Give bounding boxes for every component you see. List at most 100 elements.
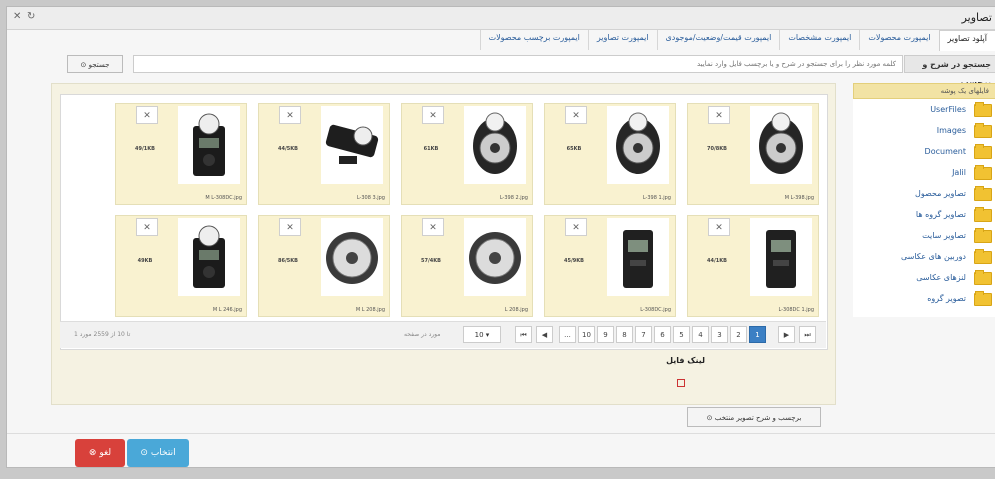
sidebar-folder-5[interactable]: تصاویر گروه ها bbox=[853, 204, 995, 225]
page-button[interactable]: 2 bbox=[730, 326, 747, 343]
search-button[interactable]: ⊙ جستجو bbox=[67, 55, 123, 73]
file-card[interactable]: M L-308DC.jpg ✕ 49/1KB bbox=[115, 103, 247, 205]
folder-label: Images bbox=[936, 126, 966, 135]
file-thumbnail[interactable] bbox=[321, 218, 383, 296]
file-card[interactable]: L-308DC 1.jpg ✕ 44/1KB bbox=[687, 215, 819, 317]
tab-4[interactable]: ایمپورت تصاویر bbox=[587, 30, 657, 50]
file-name: M L 208.jpg bbox=[355, 307, 385, 313]
tab-5[interactable]: ایمپورت برچسب محصولات bbox=[479, 30, 588, 50]
first-page-button[interactable]: ⏮ bbox=[515, 326, 532, 343]
file-thumbnail[interactable] bbox=[607, 106, 669, 184]
file-thumbnail[interactable] bbox=[178, 218, 240, 296]
tags-button[interactable]: ⊙ برچسب و شرح تصویر منتخب bbox=[687, 407, 821, 427]
delete-icon[interactable]: ✕ bbox=[565, 218, 587, 236]
folder-icon bbox=[974, 102, 992, 117]
page-button[interactable]: 1 bbox=[749, 326, 766, 343]
delete-icon[interactable]: ✕ bbox=[279, 218, 301, 236]
sidebar-folder-0[interactable]: UserFiles bbox=[853, 99, 995, 120]
delete-icon[interactable]: ✕ bbox=[565, 106, 587, 124]
file-card[interactable]: L-398 2.jpg ✕ 61KB bbox=[401, 103, 533, 205]
file-size: 86/5KB bbox=[278, 258, 298, 264]
file-card[interactable]: L 208.jpg ✕ 57/4KB bbox=[401, 215, 533, 317]
file-thumbnail[interactable] bbox=[607, 218, 669, 296]
file-grid: M L-398.jpg ✕ 70/8KB L-398 1.jpg ✕ 65KB L-398 … bbox=[60, 94, 828, 350]
page-button[interactable]: 7 bbox=[635, 326, 652, 343]
folder-label: Jalil bbox=[952, 168, 966, 177]
page-button[interactable]: 8 bbox=[616, 326, 633, 343]
folder-sidebar: فایلهای یک پوشه UserFiles Images Document J… bbox=[853, 83, 995, 317]
folder-label: تصویر گروه bbox=[927, 294, 966, 303]
file-size: 57/4KB bbox=[421, 258, 441, 264]
file-card[interactable]: L-308DC.jpg ✕ 45/9KB bbox=[544, 215, 676, 317]
sidebar-folder-7[interactable]: دوربین های عکاسی bbox=[853, 246, 995, 267]
tab-3[interactable]: ایمپورت قیمت/وضعیت/موجودی bbox=[656, 30, 780, 50]
next-page-button[interactable]: ▶ bbox=[778, 326, 795, 343]
file-card[interactable]: L-398 1.jpg ✕ 65KB bbox=[544, 103, 676, 205]
per-page-label: مورد در صفحه bbox=[404, 331, 441, 338]
file-card[interactable]: M L 208.jpg ✕ 86/5KB bbox=[258, 215, 390, 317]
delete-icon[interactable]: ✕ bbox=[422, 106, 444, 124]
per-page-select[interactable]: 10 ▾ bbox=[463, 326, 501, 343]
prev-page-button[interactable]: ◀ bbox=[536, 326, 553, 343]
file-size: 44/1KB bbox=[707, 258, 727, 264]
file-thumbnail[interactable] bbox=[321, 106, 383, 184]
file-thumbnail[interactable] bbox=[750, 218, 812, 296]
file-thumbnail[interactable] bbox=[750, 106, 812, 184]
folder-icon bbox=[974, 144, 992, 159]
camera-image bbox=[178, 106, 240, 184]
file-thumbnail[interactable] bbox=[178, 106, 240, 184]
page-button[interactable]: 4 bbox=[692, 326, 709, 343]
folder-icon bbox=[974, 165, 992, 180]
camera-image bbox=[750, 218, 812, 296]
delete-icon[interactable]: ✕ bbox=[136, 106, 158, 124]
delete-icon[interactable]: ✕ bbox=[708, 218, 730, 236]
page-button[interactable]: ... bbox=[559, 326, 576, 343]
sidebar-header: فایلهای یک پوشه bbox=[853, 83, 995, 99]
file-thumbnail[interactable] bbox=[464, 218, 526, 296]
file-link-label: لینک فایل bbox=[666, 356, 705, 365]
camera-image bbox=[321, 106, 383, 184]
last-page-button[interactable]: ⏭ bbox=[799, 326, 816, 343]
sidebar-folder-9[interactable]: تصویر گروه bbox=[853, 288, 995, 309]
sidebar-folder-6[interactable]: تصاویر سایت bbox=[853, 225, 995, 246]
select-button[interactable]: ⊙ انتخاب bbox=[127, 439, 189, 467]
tab-2[interactable]: ایمپورت مشخصات bbox=[779, 30, 859, 50]
delete-icon[interactable]: ✕ bbox=[136, 218, 158, 236]
sidebar-folder-3[interactable]: Jalil bbox=[853, 162, 995, 183]
delete-icon[interactable]: ✕ bbox=[422, 218, 444, 236]
camera-image bbox=[750, 106, 812, 184]
delete-icon[interactable]: ✕ bbox=[279, 106, 301, 124]
tab-bar: آپلود تصاویر ایمپورت محصولات ایمپورت مشخصا… bbox=[479, 30, 995, 51]
cancel-icon: ⊗ bbox=[88, 448, 97, 458]
title-bar: ✕ ↻ تصاویر bbox=[7, 7, 995, 30]
sidebar-folder-1[interactable]: Images bbox=[853, 120, 995, 141]
delete-icon[interactable]: ✕ bbox=[708, 106, 730, 124]
sidebar-folder-2[interactable]: Document bbox=[853, 141, 995, 162]
file-thumbnail[interactable] bbox=[464, 106, 526, 184]
page-button[interactable]: 5 bbox=[673, 326, 690, 343]
file-name: L 208.jpg bbox=[504, 307, 528, 313]
sidebar-folder-4[interactable]: تصاویر محصول bbox=[853, 183, 995, 204]
pager-bar: 10 ▾ مورد در صفحه 1 تا 10 از 2559 مورد ⏮… bbox=[60, 321, 826, 348]
cancel-button[interactable]: ⊗ لغو bbox=[75, 439, 125, 467]
page-button[interactable]: 6 bbox=[654, 326, 671, 343]
sidebar-folder-8[interactable]: لنزهای عکاسی bbox=[853, 267, 995, 288]
tab-1[interactable]: ایمپورت محصولات bbox=[859, 30, 938, 50]
file-size: 49/1KB bbox=[135, 146, 155, 152]
file-card[interactable]: M L 246.jpg ✕ 49KB bbox=[115, 215, 247, 317]
file-card[interactable]: L-308 3.jpg ✕ 44/5KB bbox=[258, 103, 390, 205]
refresh-icon[interactable]: ↻ bbox=[27, 11, 35, 22]
camera-image bbox=[607, 106, 669, 184]
tab-0[interactable]: آپلود تصاویر bbox=[938, 30, 995, 51]
file-size: 49KB bbox=[137, 258, 153, 264]
page-button[interactable]: 9 bbox=[597, 326, 614, 343]
folder-label: دوربین های عکاسی bbox=[900, 252, 966, 261]
search-input[interactable] bbox=[133, 55, 903, 73]
folder-label: Document bbox=[924, 147, 966, 156]
camera-image bbox=[607, 218, 669, 296]
close-icon[interactable]: ✕ bbox=[13, 11, 21, 22]
tag-icon: ⊙ bbox=[706, 414, 713, 422]
file-card[interactable]: M L-398.jpg ✕ 70/8KB bbox=[687, 103, 819, 205]
page-button[interactable]: 3 bbox=[711, 326, 728, 343]
page-button[interactable]: 10 bbox=[578, 326, 595, 343]
